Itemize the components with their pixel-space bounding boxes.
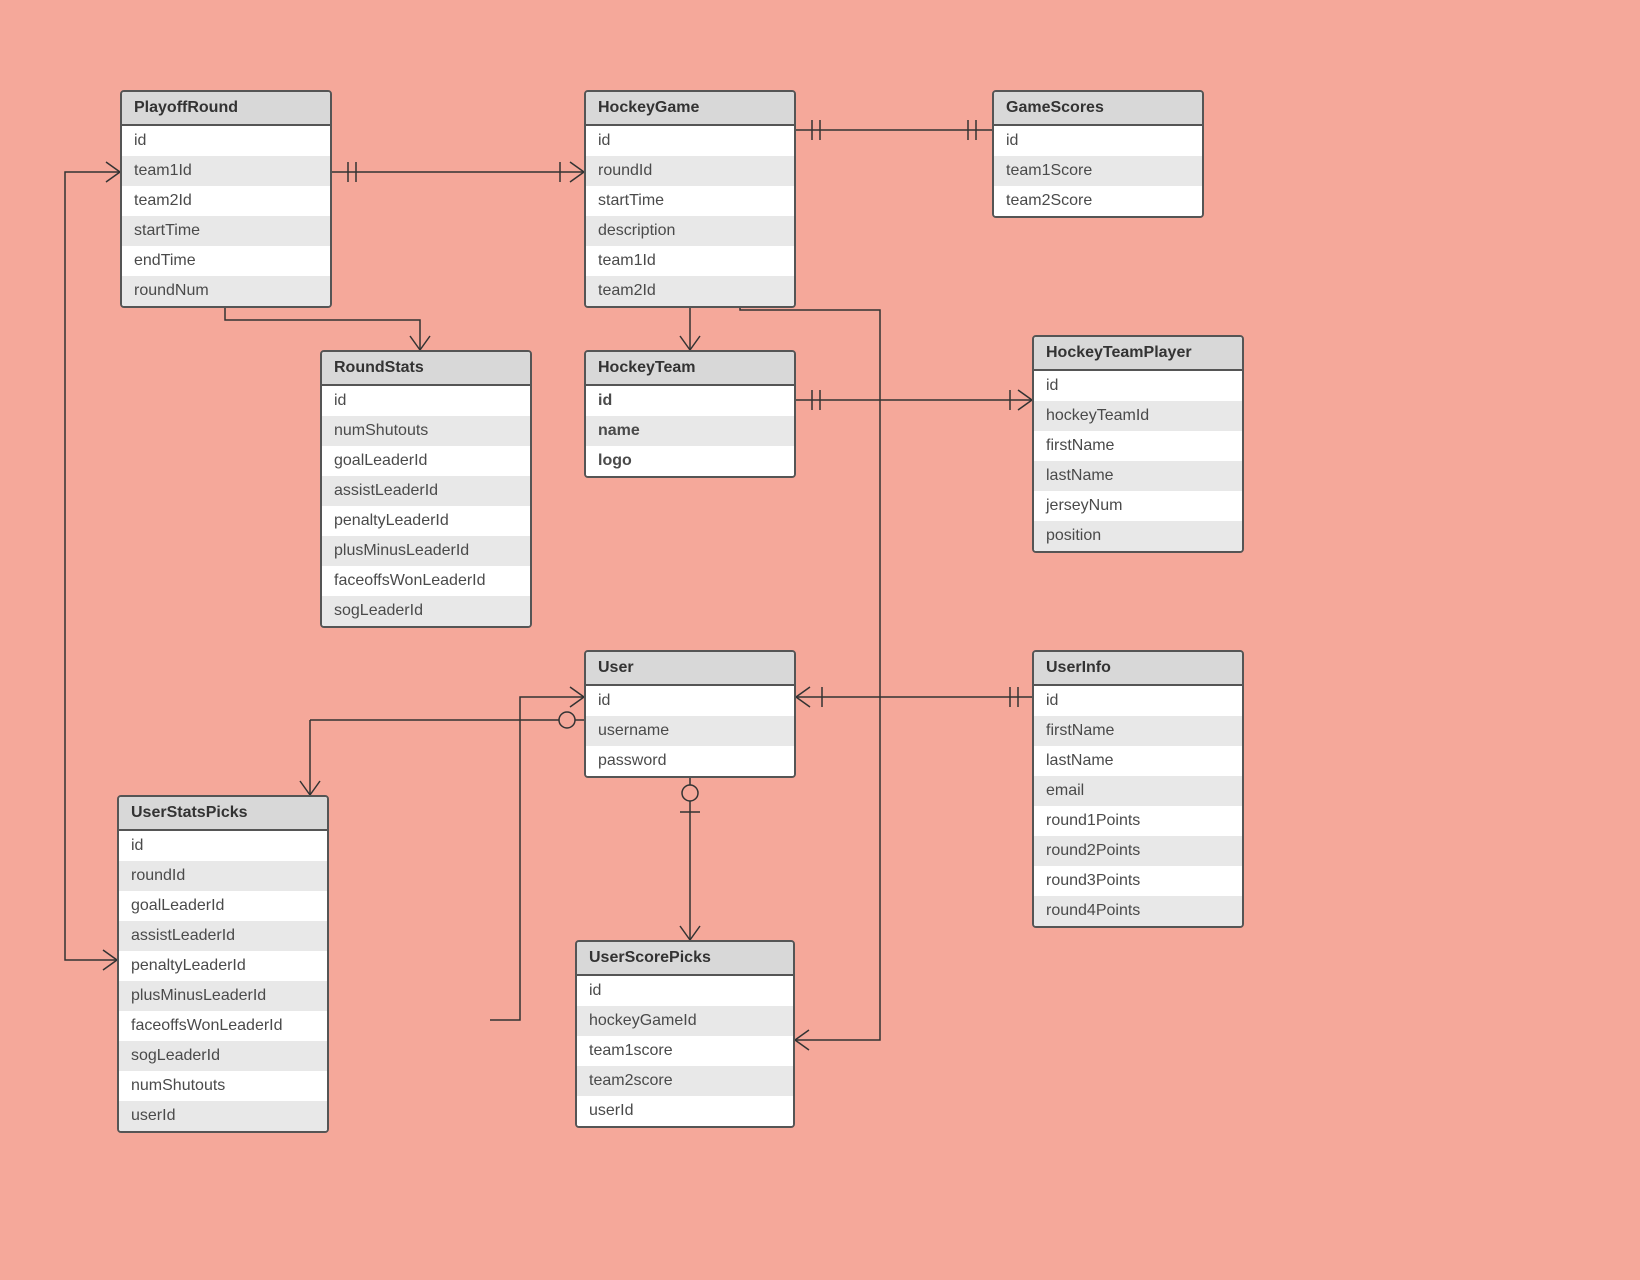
entity-hockeyteam: HockeyTeam id name logo [584,350,796,478]
field: startTime [586,186,794,216]
field: startTime [122,216,330,246]
field: round2Points [1034,836,1242,866]
field: goalLeaderId [119,891,327,921]
entity-fields: id hockeyGameId team1score team2score us… [577,976,793,1126]
entity-userinfo: UserInfo id firstName lastName email rou… [1032,650,1244,928]
field: id [586,386,794,416]
entity-playoffround: PlayoffRound id team1Id team2Id startTim… [120,90,332,308]
entity-title: GameScores [994,92,1202,126]
field: plusMinusLeaderId [119,981,327,1011]
field: hockeyTeamId [1034,401,1242,431]
entity-roundstats: RoundStats id numShutouts goalLeaderId a… [320,350,532,628]
field: position [1034,521,1242,551]
field: id [322,386,530,416]
field: team1score [577,1036,793,1066]
field: team1Id [122,156,330,186]
entity-fields: id team1Id team2Id startTime endTime rou… [122,126,330,306]
field: team2Id [586,276,794,306]
entity-hockeyteamplayer: HockeyTeamPlayer id hockeyTeamId firstNa… [1032,335,1244,553]
field: id [586,686,794,716]
field: team1Id [586,246,794,276]
field: penaltyLeaderId [119,951,327,981]
field: userId [119,1101,327,1131]
field: assistLeaderId [322,476,530,506]
field: id [1034,686,1242,716]
entity-hockeygame: HockeyGame id roundId startTime descript… [584,90,796,308]
entity-title: HockeyTeamPlayer [1034,337,1242,371]
entity-title: HockeyGame [586,92,794,126]
field: goalLeaderId [322,446,530,476]
field: id [122,126,330,156]
entity-fields: id name logo [586,386,794,476]
field: id [994,126,1202,156]
entity-fields: id team1Score team2Score [994,126,1202,216]
field: lastName [1034,461,1242,491]
entity-fields: id firstName lastName email round1Points… [1034,686,1242,926]
field: numShutouts [119,1071,327,1101]
entity-title: User [586,652,794,686]
field: faceoffsWonLeaderId [119,1011,327,1041]
field: penaltyLeaderId [322,506,530,536]
field: firstName [1034,431,1242,461]
field: sogLeaderId [322,596,530,626]
entity-fields: id roundId goalLeaderId assistLeaderId p… [119,831,327,1131]
field: id [577,976,793,1006]
entity-userscorepicks: UserScorePicks id hockeyGameId team1scor… [575,940,795,1128]
entity-title: PlayoffRound [122,92,330,126]
field: round3Points [1034,866,1242,896]
field: roundId [119,861,327,891]
field: team2Id [122,186,330,216]
entity-fields: id roundId startTime description team1Id… [586,126,794,306]
entity-title: HockeyTeam [586,352,794,386]
field: endTime [122,246,330,276]
entity-fields: id numShutouts goalLeaderId assistLeader… [322,386,530,626]
field: team1Score [994,156,1202,186]
field: round1Points [1034,806,1242,836]
field: hockeyGameId [577,1006,793,1036]
field: email [1034,776,1242,806]
entity-user: User id username password [584,650,796,778]
field: team2score [577,1066,793,1096]
entity-userstatspicks: UserStatsPicks id roundId goalLeaderId a… [117,795,329,1133]
entity-title: UserStatsPicks [119,797,327,831]
field: faceoffsWonLeaderId [322,566,530,596]
field: description [586,216,794,246]
field: plusMinusLeaderId [322,536,530,566]
field: roundId [586,156,794,186]
field: id [586,126,794,156]
field: lastName [1034,746,1242,776]
field: username [586,716,794,746]
field: id [1034,371,1242,401]
entity-fields: id username password [586,686,794,776]
field: assistLeaderId [119,921,327,951]
field: round4Points [1034,896,1242,926]
entity-fields: id hockeyTeamId firstName lastName jerse… [1034,371,1242,551]
field: team2Score [994,186,1202,216]
field: numShutouts [322,416,530,446]
field: sogLeaderId [119,1041,327,1071]
field: jerseyNum [1034,491,1242,521]
field: name [586,416,794,446]
entity-title: UserInfo [1034,652,1242,686]
entity-gamescores: GameScores id team1Score team2Score [992,90,1204,218]
field: userId [577,1096,793,1126]
field: logo [586,446,794,476]
field: password [586,746,794,776]
field: roundNum [122,276,330,306]
field: firstName [1034,716,1242,746]
entity-title: RoundStats [322,352,530,386]
entity-title: UserScorePicks [577,942,793,976]
field: id [119,831,327,861]
